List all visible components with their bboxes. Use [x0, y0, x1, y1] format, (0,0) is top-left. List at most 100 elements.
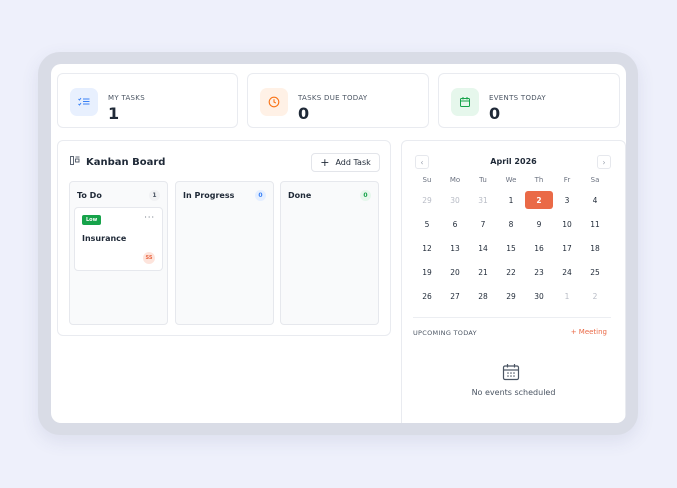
- day-number: 26: [422, 291, 432, 301]
- empty-calendar-icon: [502, 363, 520, 381]
- column-count-badge: 1: [149, 189, 160, 201]
- day-number: 22: [506, 267, 516, 277]
- day-number: 9: [536, 219, 542, 229]
- calendar-day[interactable]: 29: [497, 284, 525, 308]
- calendar-day[interactable]: 26: [413, 284, 441, 308]
- day-number: 4: [592, 195, 598, 205]
- column-in-progress: In Progress 0: [175, 181, 274, 325]
- calendar-day[interactable]: 3: [553, 188, 581, 212]
- day-number: 27: [450, 291, 460, 301]
- calendar-day[interactable]: 18: [581, 236, 609, 260]
- calendar-day[interactable]: 24: [553, 260, 581, 284]
- calendar-day[interactable]: 5: [413, 212, 441, 236]
- stat-card-tasks-due-today: TASKS DUE TODAY 0: [247, 73, 429, 128]
- calendar-day[interactable]: 1: [497, 188, 525, 212]
- add-meeting-button[interactable]: + Meeting: [571, 328, 607, 336]
- calendar-day[interactable]: 22: [497, 260, 525, 284]
- board-icon: [70, 156, 80, 168]
- weekday-label: We: [505, 176, 517, 184]
- clock-icon: [260, 88, 288, 116]
- calendar-day[interactable]: 12: [413, 236, 441, 260]
- day-number: 18: [590, 243, 600, 253]
- upcoming-today-label: UPCOMING TODAY: [413, 329, 477, 337]
- calendar-day-outside[interactable]: 29: [413, 188, 441, 212]
- weekday-label: Sa: [590, 176, 600, 184]
- calendar-day-today[interactable]: 2: [525, 188, 553, 212]
- stat-value: 1: [108, 104, 120, 123]
- calendar-day-outside[interactable]: 30: [441, 188, 469, 212]
- priority-badge: Low: [82, 215, 102, 225]
- calendar-day[interactable]: 23: [525, 260, 553, 284]
- add-task-label: Add Task: [335, 158, 371, 167]
- calendar-day[interactable]: 6: [441, 212, 469, 236]
- day-number: 30: [450, 195, 460, 205]
- stat-label: EVENTS TODAY: [489, 94, 546, 102]
- calendar-day-outside[interactable]: 31: [469, 188, 497, 212]
- day-number: 6: [452, 219, 458, 229]
- weekday-label: Su: [422, 176, 432, 184]
- day-number: 7: [480, 219, 486, 229]
- day-number: 23: [534, 267, 544, 277]
- day-number: 1: [564, 291, 570, 301]
- calendar-day[interactable]: 4: [581, 188, 609, 212]
- weekday-label: Th: [534, 176, 544, 184]
- day-number: 13: [450, 243, 460, 253]
- calendar-day[interactable]: 16: [525, 236, 553, 260]
- day-number: 8: [508, 219, 514, 229]
- add-task-button[interactable]: + Add Task: [311, 153, 380, 172]
- day-number: 17: [562, 243, 572, 253]
- day-number: 2: [592, 291, 598, 301]
- calendar-day-outside[interactable]: 2: [581, 284, 609, 308]
- day-number: 16: [534, 243, 544, 253]
- day-number: 28: [478, 291, 488, 301]
- calendar-day[interactable]: 8: [497, 212, 525, 236]
- calendar-day[interactable]: 28: [469, 284, 497, 308]
- calendar-day-outside[interactable]: 1: [553, 284, 581, 308]
- kanban-title: Kanban Board: [70, 156, 165, 168]
- day-number: 30: [534, 291, 544, 301]
- kanban-title-text: Kanban Board: [86, 156, 166, 168]
- weekday-label: Mo: [449, 176, 461, 184]
- column-title: In Progress: [183, 190, 235, 200]
- calendar-day[interactable]: 9: [525, 212, 553, 236]
- more-options-icon[interactable]: ···: [144, 213, 155, 222]
- column-count-badge: 0: [360, 189, 371, 201]
- day-number: 15: [506, 243, 516, 253]
- day-number: 14: [478, 243, 488, 253]
- calendar-panel: ‹ April 2026 › Su Mo Tu We Th Fr Sa 29 30 31 1 2 3 4 5…: [401, 140, 626, 423]
- calendar-day[interactable]: 15: [497, 236, 525, 260]
- day-number: 20: [450, 267, 460, 277]
- stat-card-my-tasks: MY TASKS 1: [57, 73, 238, 128]
- weekday-label: Tu: [479, 176, 487, 184]
- day-number: 3: [564, 195, 570, 205]
- day-number: 24: [562, 267, 572, 277]
- calendar-day[interactable]: 21: [469, 260, 497, 284]
- calendar-day[interactable]: 27: [441, 284, 469, 308]
- task-title: Insurance: [82, 234, 127, 243]
- empty-state-text: No events scheduled: [471, 388, 556, 397]
- day-number: 29: [506, 291, 516, 301]
- calendar-month-label: April 2026: [490, 157, 537, 166]
- column-count-badge: 0: [255, 189, 266, 201]
- calendar-grid: Su Mo Tu We Th Fr Sa 29 30 31 1 2 3 4 5 6 7 8 9 10 11 12 13 14 1…: [413, 172, 609, 308]
- stat-label: TASKS DUE TODAY: [298, 94, 368, 102]
- calendar-day[interactable]: 30: [525, 284, 553, 308]
- calendar-day[interactable]: 17: [553, 236, 581, 260]
- calendar-day[interactable]: 19: [413, 260, 441, 284]
- assignee-avatar: SS: [143, 252, 155, 264]
- day-number: 21: [478, 267, 488, 277]
- next-month-button[interactable]: ›: [597, 155, 611, 169]
- calendar-day[interactable]: 11: [581, 212, 609, 236]
- calendar-day[interactable]: 7: [469, 212, 497, 236]
- divider: [413, 317, 611, 318]
- task-card[interactable]: Low ··· Insurance SS: [74, 207, 163, 271]
- column-to-do: To Do 1 Low ··· Insurance SS: [69, 181, 168, 325]
- stat-value: 0: [298, 104, 310, 123]
- calendar-day[interactable]: 13: [441, 236, 469, 260]
- calendar-day[interactable]: 10: [553, 212, 581, 236]
- column-done: Done 0: [280, 181, 379, 325]
- day-number: 12: [422, 243, 432, 253]
- calendar-day[interactable]: 14: [469, 236, 497, 260]
- calendar-day[interactable]: 25: [581, 260, 609, 284]
- calendar-day[interactable]: 20: [441, 260, 469, 284]
